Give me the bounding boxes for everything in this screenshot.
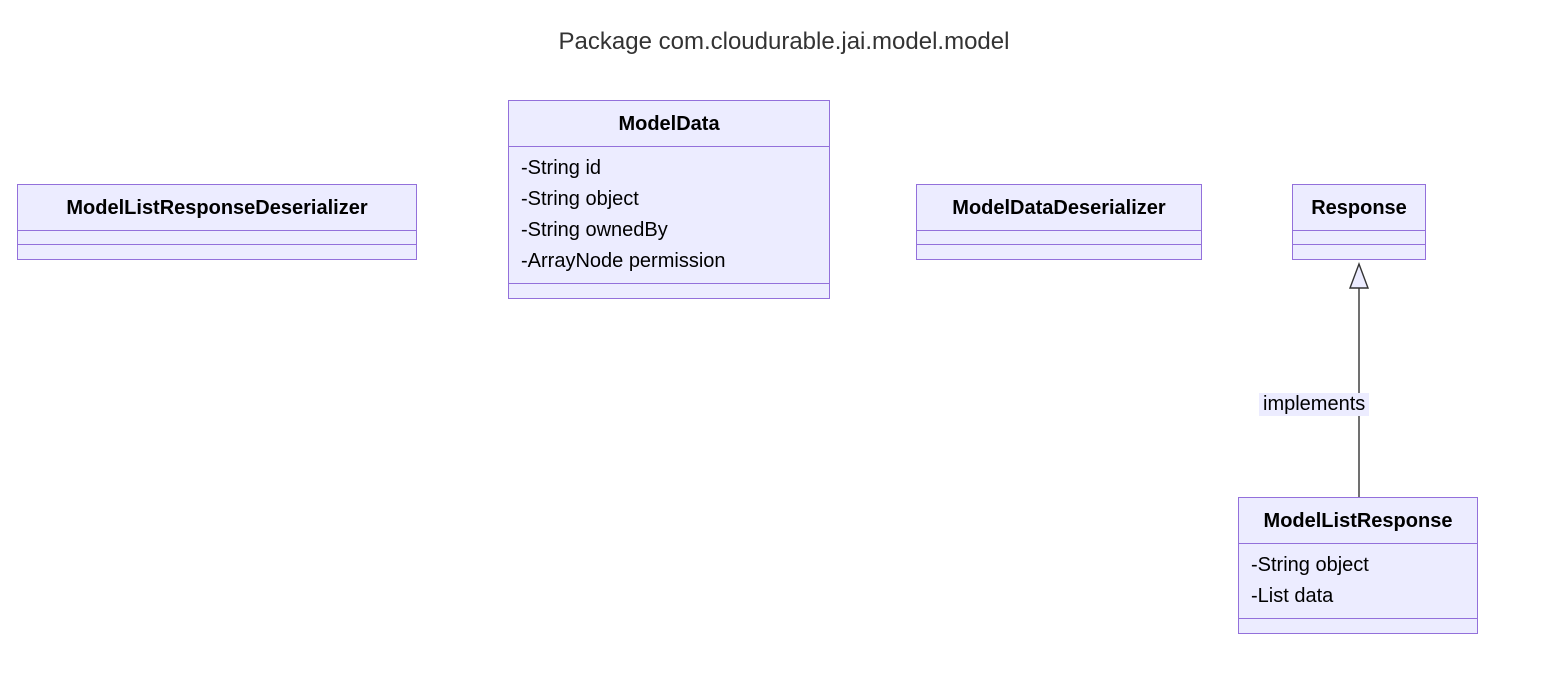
class-name: ModelListResponse — [1239, 498, 1477, 544]
class-attributes — [18, 231, 416, 245]
class-attribute: -String object — [521, 184, 817, 215]
class-attributes — [917, 231, 1201, 245]
class-attributes: -String id -String object -String ownedB… — [509, 147, 829, 284]
class-attribute: -String object — [1251, 550, 1465, 581]
class-response: Response — [1292, 184, 1426, 260]
implements-connector — [1348, 264, 1372, 498]
class-name: ModelListResponseDeserializer — [18, 185, 416, 231]
class-methods — [1239, 619, 1477, 633]
class-attribute: -String id — [521, 153, 817, 184]
class-model-data-deserializer: ModelDataDeserializer — [916, 184, 1202, 260]
class-methods — [509, 284, 829, 298]
class-attribute: -ArrayNode permission — [521, 246, 817, 277]
class-name: ModelDataDeserializer — [917, 185, 1201, 231]
class-methods — [18, 245, 416, 259]
class-model-data: ModelData -String id -String object -Str… — [508, 100, 830, 299]
class-attribute: -List data — [1251, 581, 1465, 612]
class-methods — [917, 245, 1201, 259]
class-attributes: -String object -List data — [1239, 544, 1477, 619]
relation-label-implements: implements — [1259, 393, 1369, 416]
class-model-list-response-deserializer: ModelListResponseDeserializer — [17, 184, 417, 260]
class-name: Response — [1293, 185, 1425, 231]
class-attributes — [1293, 231, 1425, 245]
diagram-title: Package com.cloudurable.jai.model.model — [0, 28, 1568, 56]
class-attribute: -String ownedBy — [521, 215, 817, 246]
class-methods — [1293, 245, 1425, 259]
class-model-list-response: ModelListResponse -String object -List d… — [1238, 497, 1478, 634]
class-name: ModelData — [509, 101, 829, 147]
